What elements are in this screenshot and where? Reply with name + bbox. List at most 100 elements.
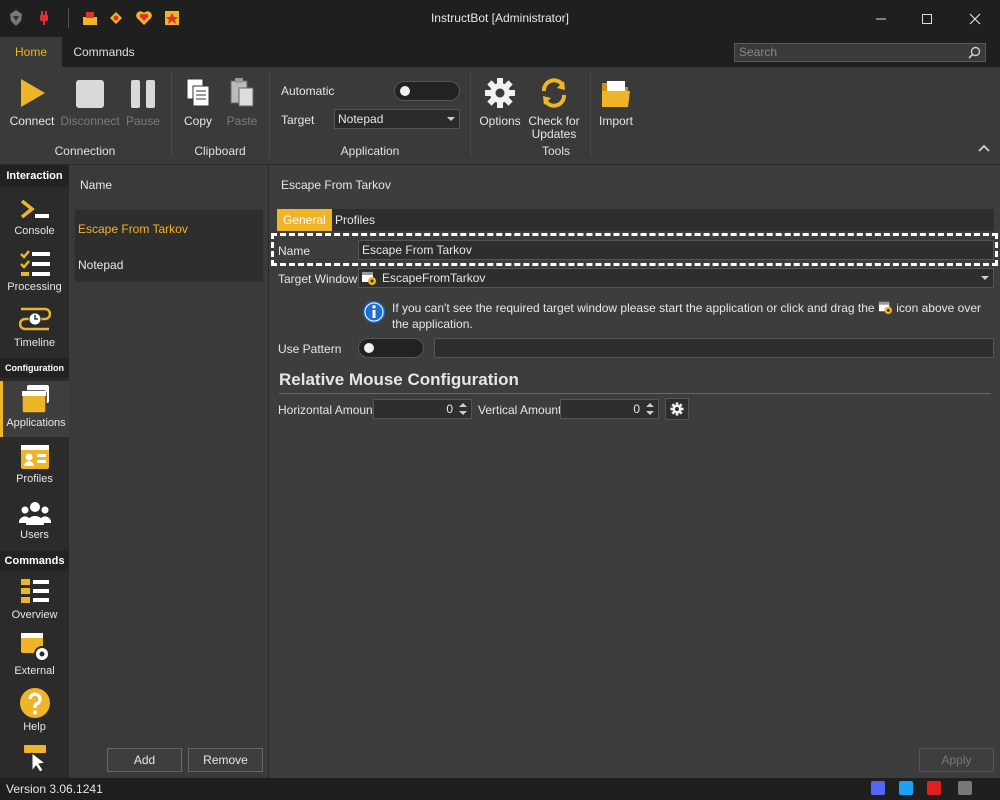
disconnect-button[interactable]: Disconnect: [60, 73, 120, 128]
discord-icon[interactable]: [871, 781, 885, 795]
refresh-icon: [542, 78, 566, 108]
sidebar-item-console[interactable]: Console: [0, 189, 69, 245]
close-icon: [969, 13, 981, 24]
pause-button[interactable]: Pause: [122, 73, 164, 128]
sidebar-item-click-command[interactable]: [0, 743, 69, 775]
target-window-select[interactable]: EscapeFromTarkov: [358, 268, 994, 288]
ribbon: Connect Disconnect Pause Connection Copy…: [0, 67, 1000, 165]
horizontal-amount-label: Horizontal Amount: [278, 403, 377, 417]
automatic-toggle[interactable]: [394, 81, 460, 101]
target-select[interactable]: Notepad: [334, 109, 460, 129]
collapse-ribbon-icon[interactable]: [978, 144, 990, 152]
play-icon: [21, 79, 45, 107]
group-divider: [171, 73, 172, 157]
maximize-icon: [922, 13, 932, 24]
use-pattern-toggle[interactable]: [358, 338, 424, 358]
section-title: Relative Mouse Configuration: [279, 370, 519, 389]
search-icon[interactable]: [968, 46, 981, 59]
sidebar-item-help[interactable]: Help: [0, 685, 69, 741]
gear-icon: [485, 78, 515, 108]
target-label: Target: [281, 113, 315, 127]
close-button[interactable]: [952, 0, 998, 37]
apply-button[interactable]: Apply: [919, 748, 994, 772]
tab-commands[interactable]: Commands: [62, 37, 146, 67]
status-bar: Version 3.06.1241: [0, 778, 1000, 800]
list-item[interactable]: Notepad: [78, 258, 123, 272]
overview-list-icon: [20, 579, 49, 603]
group-divider: [470, 73, 471, 157]
copy-icon: [186, 78, 210, 107]
application-detail-panel: Escape From Tarkov General Profiles Name…: [268, 165, 1000, 778]
copy-button[interactable]: Copy: [178, 73, 218, 128]
sidebar-item-applications[interactable]: Applications: [0, 381, 69, 437]
tab-general[interactable]: General: [277, 209, 332, 231]
group-label-clipboard: Clipboard: [194, 144, 246, 158]
connect-button[interactable]: Connect: [6, 73, 58, 128]
sidebar-item-overview[interactable]: Overview: [0, 573, 69, 629]
twitter-icon[interactable]: [899, 781, 913, 795]
pattern-input[interactable]: [434, 338, 994, 358]
horizontal-amount-stepper[interactable]: 0: [373, 399, 472, 419]
name-input[interactable]: Escape From Tarkov: [358, 240, 994, 260]
search-input[interactable]: Search: [734, 43, 986, 62]
add-button[interactable]: Add: [107, 748, 182, 772]
nav-header-commands: Commands: [0, 551, 69, 571]
vertical-amount-label: Vertical Amount: [478, 403, 562, 417]
help-icon: [19, 688, 50, 718]
maximize-button[interactable]: [904, 0, 950, 37]
check-for-updates-button[interactable]: Check for Updates: [526, 73, 582, 141]
info-text: If you can't see the required target win…: [392, 300, 981, 331]
name-label: Name: [278, 244, 311, 258]
tab-profiles[interactable]: Profiles: [329, 209, 381, 231]
ribbon-tabs: Home Commands Search: [0, 37, 1000, 67]
applications-list-panel: Name Escape From Tarkov Notepad Add Remo…: [69, 165, 268, 778]
external-gear-icon: [20, 633, 50, 662]
sidebar-item-timeline[interactable]: Timeline: [0, 301, 69, 357]
detail-title: Escape From Tarkov: [281, 178, 391, 192]
title-bar: InstructBot [Administrator]: [0, 0, 1000, 37]
sidebar-item-users[interactable]: Users: [0, 493, 69, 549]
applications-list: Escape From Tarkov Notepad: [75, 210, 263, 282]
import-button[interactable]: Import: [596, 73, 636, 128]
minimize-icon: [876, 18, 886, 19]
sidebar-item-processing[interactable]: Processing: [0, 245, 69, 301]
profile-card-icon: [20, 445, 49, 469]
automatic-label: Automatic: [281, 84, 335, 98]
options-button[interactable]: Options: [478, 73, 522, 128]
tab-home[interactable]: Home: [0, 37, 62, 67]
list-item[interactable]: Escape From Tarkov: [78, 222, 188, 236]
keyboard-cursor-icon: [23, 745, 46, 773]
vertical-amount-stepper[interactable]: 0: [560, 399, 659, 419]
stepper-down-icon[interactable]: [459, 411, 467, 415]
users-icon: [18, 502, 51, 525]
pause-icon: [131, 80, 155, 108]
minimize-button[interactable]: [858, 0, 904, 37]
list-column-header[interactable]: Name: [80, 178, 112, 192]
section-divider: [279, 393, 991, 394]
info-icon: [363, 301, 385, 323]
detail-tabs: General Profiles: [277, 209, 994, 231]
group-divider: [269, 73, 270, 157]
window-target-drag-icon[interactable]: [878, 300, 893, 315]
sidebar: Interaction Console Processing Timeline …: [0, 165, 69, 778]
paste-icon: [230, 78, 254, 107]
stepper-up-icon[interactable]: [459, 403, 467, 407]
sidebar-item-external[interactable]: External: [0, 629, 69, 685]
search-placeholder: Search: [739, 45, 778, 59]
timeline-icon: [18, 307, 51, 331]
remove-button[interactable]: Remove: [188, 748, 263, 772]
app-logo-small-icon[interactable]: [958, 781, 972, 795]
sidebar-item-profiles[interactable]: Profiles: [0, 437, 69, 493]
mouse-settings-button[interactable]: [665, 398, 689, 420]
stepper-up-icon[interactable]: [646, 403, 654, 407]
processing-list-icon: [19, 250, 50, 276]
use-pattern-label: Use Pattern: [278, 342, 342, 356]
nav-header-configuration: Configuration: [0, 358, 69, 378]
group-label-tools: Tools: [541, 144, 570, 158]
gear-icon: [670, 402, 684, 416]
stepper-down-icon[interactable]: [646, 411, 654, 415]
youtube-icon[interactable]: [927, 781, 941, 795]
console-icon: [20, 199, 49, 219]
paste-button[interactable]: Paste: [222, 73, 262, 128]
stop-icon: [76, 80, 104, 108]
